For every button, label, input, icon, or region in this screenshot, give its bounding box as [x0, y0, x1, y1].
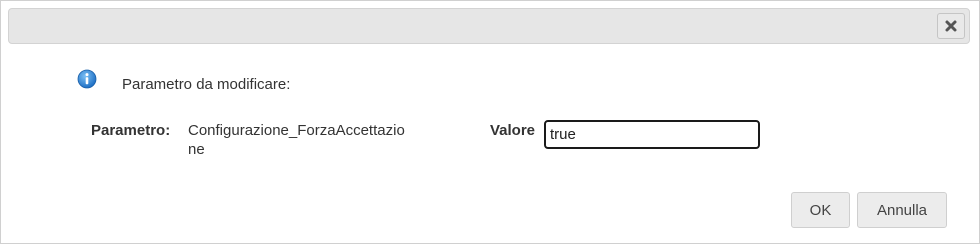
parameter-label: Parametro: [91, 122, 171, 139]
close-button[interactable] [937, 13, 965, 39]
info-icon [77, 69, 97, 89]
cancel-button[interactable]: Annulla [857, 192, 947, 228]
dialog-titlebar [8, 8, 970, 44]
value-label: Valore [490, 122, 536, 139]
ok-button[interactable]: OK [791, 192, 850, 228]
value-input[interactable] [544, 120, 760, 149]
intro-text: Parametro da modificare: [122, 76, 291, 93]
parameter-value: Configurazione_ForzaAccettazione [188, 122, 405, 158]
edit-parameter-dialog: Parametro da modificare: Parametro: Conf… [0, 0, 980, 244]
close-icon [945, 20, 957, 32]
